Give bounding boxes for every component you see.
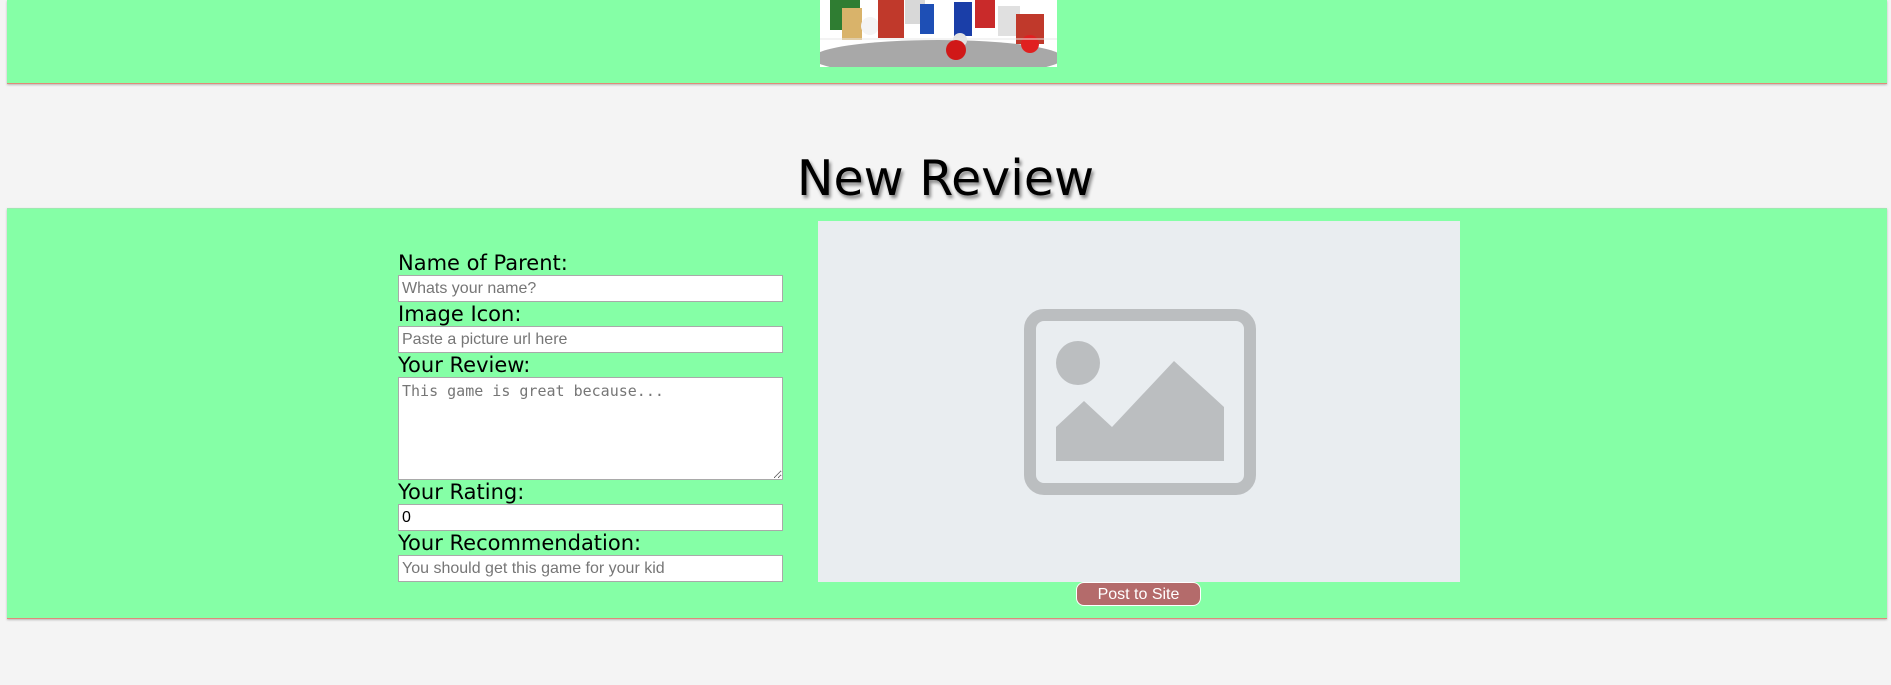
image-icon-label: Image Icon: [398, 302, 522, 326]
post-to-site-button[interactable]: Post to Site [1076, 582, 1201, 606]
image-placeholder-icon [1024, 309, 1256, 495]
review-label: Your Review: [398, 353, 531, 377]
review-textarea[interactable] [398, 377, 783, 480]
parent-name-label: Name of Parent: [398, 251, 568, 275]
page-title: New Review [796, 150, 1095, 207]
image-preview [818, 221, 1460, 582]
rating-input[interactable] [398, 504, 783, 531]
review-form: Name of Parent: Image Icon: Your Review:… [398, 251, 783, 582]
rating-label: Your Rating: [398, 480, 525, 504]
recommendation-input[interactable] [398, 555, 783, 582]
header-band [7, 0, 1887, 84]
banner-characters-image [820, 0, 1057, 67]
header-banner-image [820, 0, 1057, 67]
image-icon-input[interactable] [398, 326, 783, 353]
parent-name-input[interactable] [398, 275, 783, 302]
recommendation-label: Your Recommendation: [398, 531, 642, 555]
